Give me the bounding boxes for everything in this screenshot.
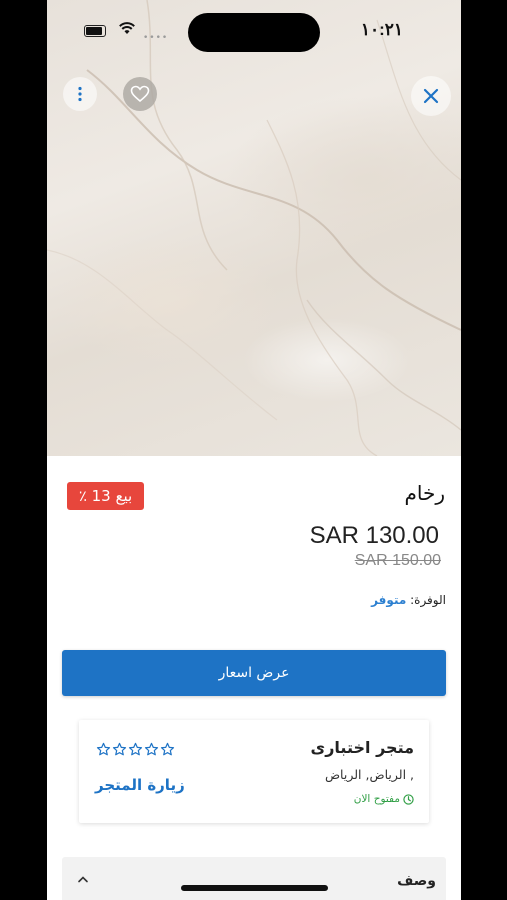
status-time: ١٠:٢١: [360, 20, 403, 39]
availability-label: الوفرة:: [410, 593, 446, 607]
view-prices-button[interactable]: عرض اسعار: [62, 650, 446, 696]
more-options-button[interactable]: [63, 77, 97, 111]
product-title: رخام: [404, 481, 446, 505]
store-status-text: مفتوح الان: [353, 793, 400, 805]
store-card: متجر اختبارى , الرياض, الرياض مفتوح الان…: [79, 720, 429, 823]
favorite-button[interactable]: [123, 77, 157, 111]
star-outline-icon: [144, 742, 159, 756]
star-outline-icon: [128, 742, 143, 756]
home-indicator[interactable]: [181, 885, 328, 891]
star-outline-icon: [96, 742, 111, 756]
battery-icon: [84, 25, 106, 37]
heart-icon: [130, 85, 150, 103]
marble-veins: [47, 0, 461, 456]
sale-badge: بيع 13 ٪: [67, 482, 144, 510]
original-price: SAR 150.00: [354, 552, 441, 569]
more-vertical-icon: [78, 86, 82, 102]
description-label: وصف: [397, 873, 436, 889]
wifi-icon: [119, 22, 135, 34]
description-section-header[interactable]: وصف: [62, 857, 446, 900]
store-rating: [96, 742, 175, 757]
cellular-signal-icon: ••••: [143, 33, 169, 43]
star-outline-icon: [112, 742, 127, 756]
visit-store-link[interactable]: زيارة المتجر: [95, 776, 185, 794]
star-outline-icon: [160, 742, 175, 756]
chevron-up-icon: [78, 876, 88, 883]
product-image: [47, 0, 461, 456]
store-name: متجر اختبارى: [310, 738, 414, 757]
close-button[interactable]: [411, 76, 451, 116]
availability-value: متوفر: [371, 593, 407, 607]
store-open-status: مفتوح الان: [354, 793, 414, 805]
clock-icon: [403, 793, 414, 805]
product-detail-screen: •••• ١٠:٢١ رخام بيع 13 ٪ SAR 130.00 SAR …: [47, 0, 461, 900]
store-address: , الرياض, الرياض: [324, 767, 414, 782]
status-bar: •••• ١٠:٢١: [47, 0, 461, 60]
product-price: SAR 130.00: [309, 522, 439, 549]
availability: الوفرة: متوفر: [371, 593, 446, 607]
dynamic-island: [188, 13, 320, 52]
close-icon: [423, 88, 439, 104]
